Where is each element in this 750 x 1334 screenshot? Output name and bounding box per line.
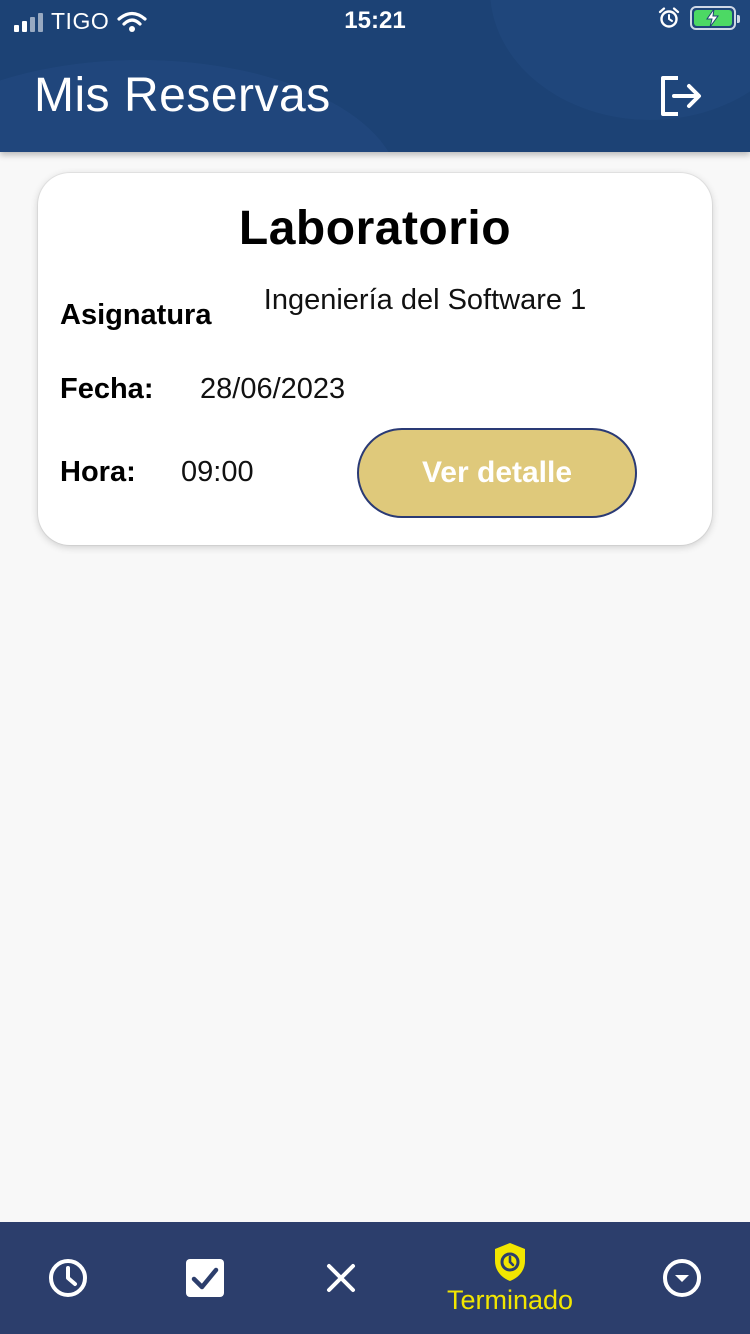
nav-item-more[interactable] bbox=[642, 1222, 722, 1334]
reservation-title: Laboratorio bbox=[238, 202, 512, 255]
nav-item-approved[interactable] bbox=[165, 1222, 245, 1334]
reservation-card: Laboratorio Asignatura Ingeniería del So… bbox=[38, 173, 712, 545]
checkbox-checked-icon bbox=[186, 1259, 224, 1297]
status-bar: TIGO 15:21 bbox=[0, 0, 750, 40]
shield-clock-icon bbox=[495, 1242, 525, 1281]
view-detail-button[interactable]: Ver detalle bbox=[357, 428, 637, 518]
nav-item-rejected[interactable] bbox=[301, 1222, 381, 1334]
logout-button[interactable] bbox=[658, 74, 704, 118]
date-label: Fecha: bbox=[60, 373, 154, 405]
app-header: TIGO 15:21 Mis Reservas bbox=[0, 0, 750, 152]
nav-label-finished: Terminado bbox=[446, 1284, 574, 1315]
alarm-icon bbox=[658, 7, 680, 28]
page-title: Mis Reservas bbox=[34, 69, 331, 122]
close-icon bbox=[327, 1264, 355, 1292]
date-value: 28/06/2023 bbox=[200, 373, 346, 405]
time-value: 09:00 bbox=[181, 456, 254, 488]
clock-time: 15:21 bbox=[344, 7, 406, 34]
subject-label: Asignatura bbox=[60, 299, 212, 331]
battery-charging-icon bbox=[690, 6, 740, 30]
bottom-navigation: Terminado bbox=[0, 1222, 750, 1334]
chevron-down-circle-icon bbox=[663, 1259, 701, 1297]
logout-icon bbox=[661, 76, 701, 116]
nav-item-finished[interactable]: Terminado bbox=[430, 1222, 590, 1334]
subject-value: Ingeniería del Software 1 bbox=[263, 284, 587, 316]
nav-item-pending[interactable] bbox=[28, 1222, 108, 1334]
time-label: Hora: bbox=[60, 456, 136, 488]
clock-icon bbox=[49, 1259, 87, 1297]
